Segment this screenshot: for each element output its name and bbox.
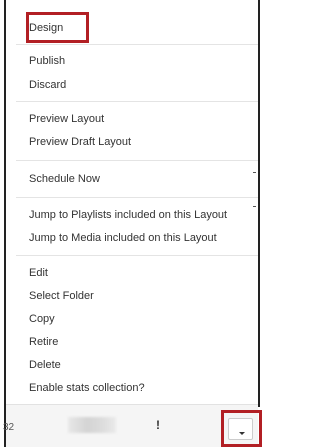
scroll-tick (253, 172, 256, 173)
menu-item-preview-layout[interactable]: Preview Layout (29, 112, 104, 126)
menu-divider (16, 101, 258, 102)
menu-divider (16, 255, 258, 256)
menu-divider (16, 160, 258, 161)
menu-divider (16, 197, 258, 198)
menu-item-edit[interactable]: Edit (29, 266, 48, 280)
design-highlight-box (26, 12, 89, 43)
menu-item-retire[interactable]: Retire (29, 335, 58, 349)
menu-item-discard[interactable]: Discard (29, 78, 66, 92)
scroll-tick (253, 206, 256, 207)
menu-item-enable-stats[interactable]: Enable stats collection? (29, 381, 145, 395)
menu-item-copy[interactable]: Copy (29, 312, 55, 326)
panel-right-border (258, 0, 260, 407)
warning-mark: ! (156, 418, 160, 432)
row-partial-number: 32 (3, 422, 15, 433)
layout-actions-panel: Design Publish Discard Preview Layout Pr… (0, 0, 265, 447)
menu-item-preview-draft-layout[interactable]: Preview Draft Layout (29, 135, 131, 149)
menu-item-schedule-now[interactable]: Schedule Now (29, 172, 100, 186)
menu-item-publish[interactable]: Publish (29, 54, 65, 68)
menu-item-delete[interactable]: Delete (29, 358, 61, 372)
blurred-cell (68, 417, 116, 433)
dropdown-highlight-box (221, 410, 262, 447)
menu-item-select-folder[interactable]: Select Folder (29, 289, 94, 303)
menu-item-jump-to-media[interactable]: Jump to Media included on this Layout (29, 231, 217, 245)
menu-divider (16, 44, 258, 45)
menu-item-jump-to-playlists[interactable]: Jump to Playlists included on this Layou… (29, 208, 227, 222)
